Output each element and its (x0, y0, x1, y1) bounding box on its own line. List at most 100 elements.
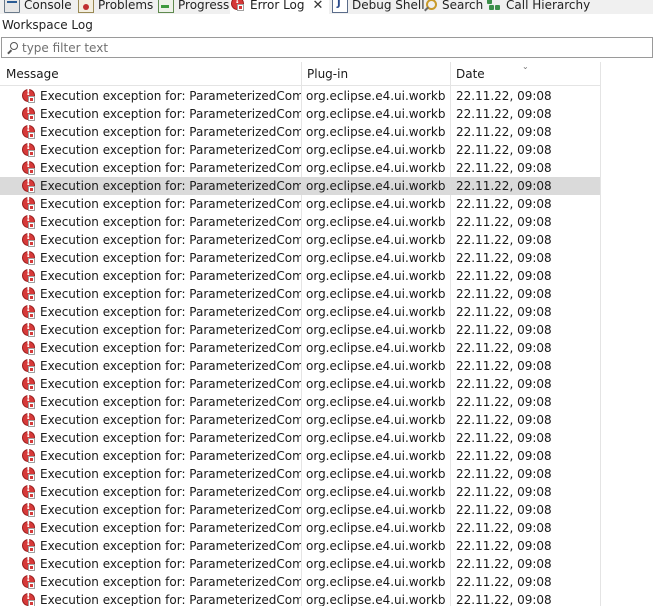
date-cell: 22.11.22, 09:08 (456, 251, 552, 265)
plugin-cell: org.eclipse.e4.ui.workbe... (306, 215, 446, 229)
message-cell: Execution exception for: ParameterizedCo… (21, 123, 301, 141)
plugin-cell: org.eclipse.e4.ui.workbe... (306, 575, 446, 589)
table-row[interactable]: Execution exception for: ParameterizedCo… (0, 231, 600, 249)
date-cell: 22.11.22, 09:08 (456, 539, 552, 553)
error-icon (21, 159, 35, 175)
message-cell: Execution exception for: ParameterizedCo… (21, 339, 301, 357)
error-icon (21, 375, 35, 391)
table-row[interactable]: Execution exception for: ParameterizedCo… (0, 375, 600, 393)
error-icon (21, 285, 35, 301)
date-cell: 22.11.22, 09:08 (456, 341, 552, 355)
plugin-cell: org.eclipse.e4.ui.workbe... (306, 539, 446, 553)
progress-icon (158, 0, 174, 13)
table-row[interactable]: Execution exception for: ParameterizedCo… (0, 195, 600, 213)
table-row[interactable]: Execution exception for: ParameterizedCo… (0, 357, 600, 375)
message-cell: Execution exception for: ParameterizedCo… (21, 573, 301, 591)
message-cell: Execution exception for: ParameterizedCo… (21, 267, 301, 285)
table-row[interactable]: Execution exception for: ParameterizedCo… (0, 159, 600, 177)
message-text: Execution exception for: ParameterizedCo… (40, 503, 301, 517)
error-icon (21, 231, 35, 247)
tab-debug-shell[interactable]: Debug Shell (332, 0, 425, 14)
message-cell: Execution exception for: ParameterizedCo… (21, 357, 301, 375)
tab-error-log[interactable]: Error Log ✕ (230, 0, 330, 14)
error-icon (21, 339, 35, 355)
table-row[interactable]: Execution exception for: ParameterizedCo… (0, 429, 600, 447)
error-icon (21, 123, 35, 139)
date-cell: 22.11.22, 09:08 (456, 107, 552, 121)
plugin-cell: org.eclipse.e4.ui.workbe... (306, 521, 446, 535)
tab-problems[interactable]: Problems (78, 0, 153, 14)
plugin-cell: org.eclipse.e4.ui.workbe... (306, 125, 446, 139)
table-row[interactable]: Execution exception for: ParameterizedCo… (0, 249, 600, 267)
table-row[interactable]: Execution exception for: ParameterizedCo… (0, 483, 600, 501)
search-icon (422, 0, 438, 13)
column-header-message[interactable]: Message (0, 62, 301, 86)
table-row[interactable]: Execution exception for: ParameterizedCo… (0, 465, 600, 483)
view-tab-bar: Console Problems Progress Error Log ✕ De… (0, 0, 653, 14)
plugin-cell: org.eclipse.e4.ui.workbe... (306, 107, 446, 121)
date-cell: 22.11.22, 09:08 (456, 215, 552, 229)
error-icon (21, 483, 35, 499)
table-row[interactable]: Execution exception for: ParameterizedCo… (0, 213, 600, 231)
error-icon (21, 465, 35, 481)
error-icon (21, 429, 35, 445)
plugin-cell: org.eclipse.e4.ui.workbe... (306, 89, 446, 103)
message-text: Execution exception for: ParameterizedCo… (40, 107, 301, 121)
table-row[interactable]: Execution exception for: ParameterizedCo… (0, 447, 600, 465)
table-row[interactable]: Execution exception for: ParameterizedCo… (0, 105, 600, 123)
debug-shell-icon (332, 0, 348, 13)
error-icon (21, 249, 35, 265)
table-row[interactable]: Execution exception for: ParameterizedCo… (0, 591, 600, 606)
plugin-cell: org.eclipse.e4.ui.workbe... (306, 413, 446, 427)
call-hierarchy-icon (486, 0, 502, 13)
plugin-cell: org.eclipse.e4.ui.workbe... (306, 557, 446, 571)
column-header-label: Date (456, 67, 485, 81)
table-row[interactable]: Execution exception for: ParameterizedCo… (0, 537, 600, 555)
table-row[interactable]: Execution exception for: ParameterizedCo… (0, 177, 600, 195)
message-text: Execution exception for: ParameterizedCo… (40, 215, 301, 229)
message-text: Execution exception for: ParameterizedCo… (40, 233, 301, 247)
table-row[interactable]: Execution exception for: ParameterizedCo… (0, 393, 600, 411)
table-row[interactable]: Execution exception for: ParameterizedCo… (0, 285, 600, 303)
table-row[interactable]: Execution exception for: ParameterizedCo… (0, 123, 600, 141)
message-cell: Execution exception for: ParameterizedCo… (21, 303, 301, 321)
filter-input[interactable] (22, 40, 622, 55)
message-text: Execution exception for: ParameterizedCo… (40, 575, 301, 589)
table-row[interactable]: Execution exception for: ParameterizedCo… (0, 411, 600, 429)
tab-call-hierarchy[interactable]: Call Hierarchy (486, 0, 590, 14)
table-row[interactable]: Execution exception for: ParameterizedCo… (0, 501, 600, 519)
table-row[interactable]: Execution exception for: ParameterizedCo… (0, 519, 600, 537)
plugin-cell: org.eclipse.e4.ui.workbe... (306, 143, 446, 157)
message-text: Execution exception for: ParameterizedCo… (40, 521, 301, 535)
message-cell: Execution exception for: ParameterizedCo… (21, 555, 301, 573)
message-cell: Execution exception for: ParameterizedCo… (21, 285, 301, 303)
plugin-cell: org.eclipse.e4.ui.workbe... (306, 233, 446, 247)
tab-label: Search (442, 0, 484, 12)
table-row[interactable]: Execution exception for: ParameterizedCo… (0, 141, 600, 159)
table-row[interactable]: Execution exception for: ParameterizedCo… (0, 267, 600, 285)
column-header-plugin[interactable]: Plug-in (301, 62, 450, 86)
message-cell: Execution exception for: ParameterizedCo… (21, 411, 301, 429)
column-header-label: Message (6, 67, 59, 81)
date-cell: 22.11.22, 09:08 (456, 593, 552, 606)
tab-progress[interactable]: Progress (158, 0, 229, 14)
column-divider[interactable] (600, 62, 601, 606)
tab-console[interactable]: Console (4, 0, 72, 14)
table-row[interactable]: Execution exception for: ParameterizedCo… (0, 339, 600, 357)
table-row[interactable]: Execution exception for: ParameterizedCo… (0, 555, 600, 573)
table-row[interactable]: Execution exception for: ParameterizedCo… (0, 303, 600, 321)
close-icon[interactable]: ✕ (313, 0, 324, 13)
table-row[interactable]: Execution exception for: ParameterizedCo… (0, 87, 600, 105)
plugin-cell: org.eclipse.e4.ui.workbe... (306, 251, 446, 265)
tab-label: Console (24, 0, 72, 12)
table-row[interactable]: Execution exception for: ParameterizedCo… (0, 573, 600, 591)
message-cell: Execution exception for: ParameterizedCo… (21, 321, 301, 339)
table-row[interactable]: Execution exception for: ParameterizedCo… (0, 321, 600, 339)
date-cell: 22.11.22, 09:08 (456, 143, 552, 157)
message-cell: Execution exception for: ParameterizedCo… (21, 393, 301, 411)
message-text: Execution exception for: ParameterizedCo… (40, 377, 301, 391)
tab-label: Error Log (250, 0, 305, 12)
message-text: Execution exception for: ParameterizedCo… (40, 593, 301, 606)
tab-search[interactable]: Search (422, 0, 483, 14)
table-header: Message Plug-in Date ⌄ (0, 62, 600, 86)
